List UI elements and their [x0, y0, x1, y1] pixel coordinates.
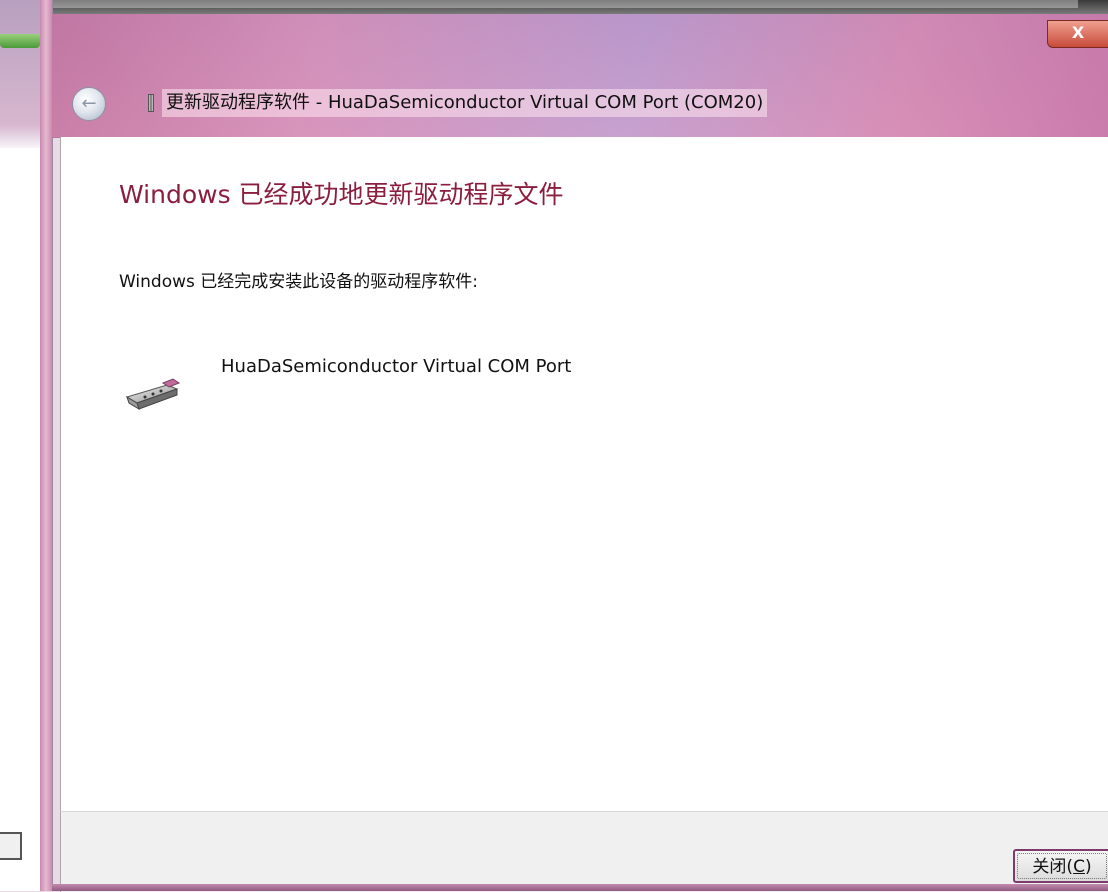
- background-window-indicator: [0, 34, 40, 48]
- device-icon: [148, 94, 154, 112]
- background-window-pane: [0, 148, 41, 891]
- close-icon: X: [1071, 23, 1085, 42]
- close-button[interactable]: 关闭(C): [1013, 849, 1108, 883]
- background-window-frame: [40, 0, 52, 891]
- install-complete-message: Windows 已经完成安装此设备的驱动程序软件:: [119, 272, 479, 292]
- background-window: [0, 0, 53, 891]
- background-taskbar-strip: [0, 0, 1108, 14]
- serial-port-connector-icon: [125, 378, 181, 411]
- dialog-footer: 关闭(C): [60, 811, 1108, 892]
- dialog-bottom-frame: [52, 884, 1108, 891]
- device-name: HuaDaSemiconductor Virtual COM Port: [221, 356, 572, 377]
- dialog-titlebar: X ← 更新驱动程序软件 - HuaDaSemiconductor Virtua…: [52, 14, 1108, 138]
- dialog-content: Windows 已经成功地更新驱动程序文件 Windows 已经完成安装此设备的…: [60, 137, 1108, 811]
- back-arrow-icon: ←: [81, 93, 97, 114]
- update-driver-dialog: X ← 更新驱动程序软件 - HuaDaSemiconductor Virtua…: [52, 14, 1108, 892]
- back-button[interactable]: ←: [72, 87, 106, 121]
- window-close-button[interactable]: X: [1047, 20, 1108, 48]
- background-strip-highlight: [30, 0, 1078, 8]
- focus-rectangle: [1017, 853, 1107, 879]
- success-heading: Windows 已经成功地更新驱动程序文件: [119, 180, 564, 209]
- dialog-title: 更新驱动程序软件 - HuaDaSemiconductor Virtual CO…: [162, 89, 768, 117]
- background-window-button[interactable]: [0, 832, 22, 860]
